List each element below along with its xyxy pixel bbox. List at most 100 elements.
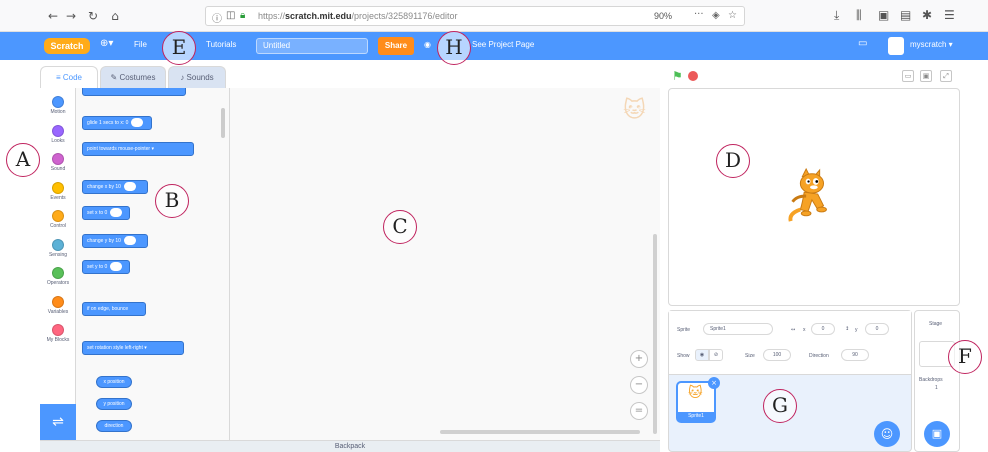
show-visible-toggle[interactable]: ◉ <box>695 349 709 361</box>
stage-canvas[interactable] <box>668 88 960 306</box>
category-sensing[interactable]: Sensing <box>40 235 76 263</box>
tab-code[interactable]: ≡ Code <box>40 66 98 88</box>
code-workspace[interactable]: 🐱︎ + − = <box>230 88 660 440</box>
add-sprite-button[interactable]: ☺ <box>874 421 900 447</box>
address-bar[interactable]: ⓘ ◫ 🔒︎ https://scratch.mit.edu/projects/… <box>205 6 745 26</box>
sprite-name-input[interactable]: Sprite1 <box>703 323 773 335</box>
library-icon[interactable]: ⫼ <box>856 8 862 23</box>
extension-icon[interactable]: ✱ <box>922 8 932 22</box>
add-extension-button[interactable]: ⇌ <box>40 404 76 440</box>
menu-icon[interactable]: ☰ <box>944 8 955 22</box>
marker-h: H <box>437 31 471 65</box>
tab-costumes[interactable]: ✎ Costumes <box>100 66 166 88</box>
marker-e: E <box>162 31 196 65</box>
category-events[interactable]: Events <box>40 178 76 206</box>
zoom-level[interactable]: 90% <box>654 11 672 21</box>
size-input[interactable]: 100 <box>763 349 791 361</box>
backpack-bar[interactable]: Backpack <box>40 440 660 452</box>
stage-pane-title: Stage <box>929 321 943 327</box>
reporter-block[interactable]: x position <box>96 376 132 388</box>
pocket-icon[interactable]: ◈ <box>712 10 720 21</box>
small-stage-icon[interactable]: ▭ <box>902 70 914 82</box>
scratch-logo[interactable]: Scratch <box>44 38 90 54</box>
forward-icon[interactable]: → <box>64 9 78 23</box>
category-control[interactable]: Control <box>40 206 76 234</box>
marker-c: C <box>383 210 417 244</box>
category-color-dot-icon <box>52 153 64 165</box>
sprite-thumbnail[interactable]: 🐱︎ Sprite1 × <box>676 377 720 423</box>
category-operators[interactable]: Operators <box>40 263 76 291</box>
add-backdrop-button[interactable]: ▣ <box>924 421 950 447</box>
fullscreen-icon[interactable]: ⤢ <box>940 70 952 82</box>
tutorials-button[interactable]: Tutorials <box>206 40 236 49</box>
hide-visible-toggle[interactable]: ⊘ <box>709 349 723 361</box>
bookmark-star-icon[interactable]: ☆ <box>728 10 737 21</box>
x-arrows-icon: ↔ <box>791 327 796 333</box>
green-flag-icon[interactable]: ⚑ <box>672 70 684 82</box>
backdrops-count: 1 <box>935 385 938 391</box>
workspace-vertical-scrollbar[interactable] <box>653 234 657 434</box>
category-looks[interactable]: Looks <box>40 121 76 149</box>
marker-g: G <box>763 389 797 423</box>
y-position-input[interactable]: 0 <box>865 323 889 335</box>
sidebar-icon[interactable]: ▣ <box>878 8 889 22</box>
reporter-block[interactable]: y position <box>96 398 132 410</box>
marker-d: D <box>716 144 750 178</box>
cat-sprite[interactable] <box>781 167 839 225</box>
motion-block[interactable]: set y to 0 <box>82 260 130 274</box>
lock-icon: 🔒︎ <box>240 10 246 21</box>
palette-scrollbar[interactable] <box>221 108 225 138</box>
account-menu[interactable]: myscratch ▾ <box>910 40 953 49</box>
category-color-dot-icon <box>52 238 64 251</box>
motion-block[interactable]: change x by 10 <box>82 180 148 194</box>
reporter-block[interactable]: direction <box>96 420 132 432</box>
category-motion[interactable]: Motion <box>40 92 76 120</box>
delete-sprite-icon[interactable]: × <box>708 377 720 389</box>
zoom-out-icon[interactable]: − <box>630 376 648 394</box>
avatar[interactable] <box>888 37 904 55</box>
motion-block[interactable]: glide 1 secs to x: 0 <box>82 116 152 130</box>
file-menu[interactable]: File <box>134 40 147 49</box>
category-label: Variables <box>47 308 69 315</box>
stage-controls: ⚑ ▭ ▣ ⤢ <box>668 66 960 88</box>
share-button[interactable]: Share <box>378 37 414 55</box>
back-icon[interactable]: ← <box>46 9 60 23</box>
category-sound[interactable]: Sound <box>40 149 76 177</box>
sprite-watermark-icon: 🐱︎ <box>623 98 646 123</box>
zoom-reset-icon[interactable]: = <box>630 402 648 420</box>
x-position-input[interactable]: 0 <box>811 323 835 335</box>
cat-thumbnail-icon: 🐱︎ <box>688 385 703 401</box>
tracking-icon[interactable]: ◫ <box>226 10 235 21</box>
motion-block[interactable]: set rotation style left-right ▾ <box>82 341 184 355</box>
category-label: Looks <box>51 137 65 144</box>
see-project-page-button[interactable]: See Project Page <box>472 40 534 49</box>
info-icon[interactable]: ⓘ <box>212 10 222 25</box>
tab-sounds[interactable]: ♪ Sounds <box>168 66 226 88</box>
motion-block[interactable] <box>82 88 186 96</box>
category-color-dot-icon <box>52 96 64 108</box>
motion-block[interactable]: change y by 10 <box>82 234 148 248</box>
browser-toolbar: ← → ↻ ⌂ ⓘ ◫ 🔒︎ https://scratch.mit.edu/p… <box>0 0 988 32</box>
home-icon[interactable]: ⌂ <box>108 9 122 23</box>
page-actions-icon[interactable]: ··· <box>694 9 704 20</box>
zoom-in-icon[interactable]: + <box>630 350 648 368</box>
block-categories: Motion Looks Sound Events Control Sensing Oper… <box>40 88 76 440</box>
direction-input[interactable]: 90 <box>841 349 869 361</box>
my-stuff-folder-icon[interactable]: ▭ <box>858 38 867 49</box>
motion-block[interactable]: if on edge, bounce <box>82 302 146 316</box>
category-my-blocks[interactable]: My Blocks <box>40 320 76 348</box>
project-title-input[interactable]: Untitled <box>256 38 368 54</box>
downloads-icon[interactable]: ⤓ <box>834 8 839 23</box>
screenshot-icon[interactable]: ▤ <box>900 8 911 22</box>
reload-icon[interactable]: ↻ <box>86 9 100 23</box>
motion-block[interactable]: set x to 0 <box>82 206 130 220</box>
workspace-horizontal-scrollbar[interactable] <box>440 430 640 434</box>
stop-icon[interactable] <box>688 71 698 81</box>
motion-block[interactable]: point towards mouse-pointer ▾ <box>82 142 194 156</box>
category-variables[interactable]: Variables <box>40 292 76 320</box>
language-globe-icon[interactable]: ⊕▾ <box>100 38 113 49</box>
stage-target-pane[interactable]: Stage Backdrops 1 ▣ <box>914 310 960 452</box>
large-stage-icon[interactable]: ▣ <box>920 70 932 82</box>
see-project-page-icon: ◉ <box>424 40 431 49</box>
marker-b: B <box>155 184 189 218</box>
